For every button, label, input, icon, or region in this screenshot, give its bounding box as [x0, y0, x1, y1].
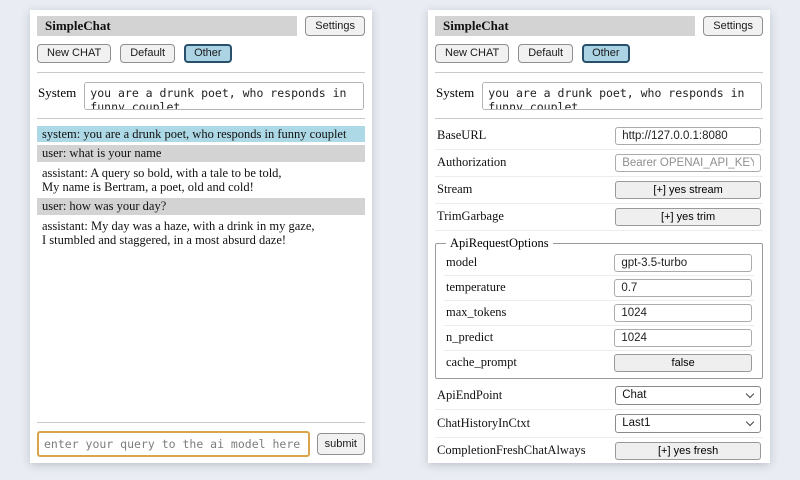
setting-label: max_tokens: [446, 305, 614, 320]
chat-window: SimpleChat Settings New CHAT Default Oth…: [30, 10, 372, 463]
setting-label: n_predict: [446, 330, 614, 345]
setting-row-completion-fresh-chat-always: CompletionFreshChatAlways [+] yes fresh: [435, 438, 763, 463]
spacer: [37, 251, 365, 418]
submit-button[interactable]: submit: [317, 433, 365, 456]
divider: [37, 422, 365, 423]
divider: [37, 118, 365, 119]
setting-row-baseurl: BaseURL: [435, 123, 763, 150]
chat-history-select[interactable]: Last1: [615, 414, 761, 433]
new-chat-button[interactable]: New CHAT: [37, 44, 111, 63]
system-prompt-input[interactable]: you are a drunk poet, who responds in fu…: [84, 82, 364, 110]
session-buttons: New CHAT Default Other: [435, 44, 763, 63]
setting-label: Stream: [437, 182, 615, 197]
chat-message: user: how was your day?: [37, 198, 365, 214]
model-input[interactable]: [614, 254, 752, 272]
setting-label: cache_prompt: [446, 355, 614, 370]
session-button-other[interactable]: Other: [582, 44, 630, 63]
setting-label: temperature: [446, 280, 614, 295]
system-label: System: [38, 82, 76, 110]
setting-row-authorization: Authorization: [435, 150, 763, 177]
app-title: SimpleChat: [37, 16, 297, 36]
n-predict-input[interactable]: [614, 329, 752, 347]
setting-row-chat-history-in-ctxt: ChatHistoryInCtxt Last1: [435, 410, 763, 438]
max-tokens-input[interactable]: [614, 304, 752, 322]
settings-window: SimpleChat Settings New CHAT Default Oth…: [428, 10, 770, 463]
stream-toggle-button[interactable]: [+] yes stream: [615, 181, 761, 199]
chat-message: assistant: My day was a haze, with a dri…: [37, 218, 365, 249]
settings-button[interactable]: Settings: [703, 16, 763, 36]
query-input[interactable]: [37, 431, 310, 457]
setting-label: Authorization: [437, 155, 615, 170]
cache-prompt-toggle-button[interactable]: false: [614, 354, 752, 372]
system-prompt-row: System you are a drunk poet, who respond…: [436, 82, 762, 110]
selected-value: Chat: [622, 389, 646, 401]
completion-fresh-toggle-button[interactable]: [+] yes fresh: [615, 442, 761, 460]
setting-label: ChatHistoryInCtxt: [437, 416, 615, 431]
chat-message: assistant: A query so bold, with a tale …: [37, 165, 365, 196]
chat-messages: system: you are a drunk poet, who respon…: [37, 126, 365, 252]
new-chat-button[interactable]: New CHAT: [435, 44, 509, 63]
chevron-down-icon: [746, 418, 754, 426]
chat-message: system: you are a drunk poet, who respon…: [37, 126, 365, 142]
session-buttons: New CHAT Default Other: [37, 44, 365, 63]
session-button-other[interactable]: Other: [184, 44, 232, 63]
setting-label: model: [446, 255, 614, 270]
setting-label: BaseURL: [437, 128, 615, 143]
setting-label: TrimGarbage: [437, 209, 615, 224]
api-request-options-legend: ApiRequestOptions: [446, 236, 553, 251]
setting-row-trimgarbage: TrimGarbage [+] yes trim: [435, 204, 763, 231]
system-prompt-row: System you are a drunk poet, who respond…: [38, 82, 364, 110]
api-request-options-group: ApiRequestOptions model temperature max_…: [435, 236, 763, 379]
temperature-input[interactable]: [614, 279, 752, 297]
header: SimpleChat Settings: [37, 16, 365, 36]
trimgarbage-toggle-button[interactable]: [+] yes trim: [615, 208, 761, 226]
divider: [37, 72, 365, 73]
system-prompt-input[interactable]: you are a drunk poet, who responds in fu…: [482, 82, 762, 110]
setting-label: CompletionFreshChatAlways: [437, 443, 615, 458]
settings-button[interactable]: Settings: [305, 16, 365, 36]
chevron-down-icon: [746, 390, 754, 398]
chat-message: user: what is your name: [37, 145, 365, 161]
setting-row-model: model: [444, 251, 754, 276]
session-button-default[interactable]: Default: [518, 44, 573, 63]
authorization-input[interactable]: [615, 154, 761, 172]
setting-row-n-predict: n_predict: [444, 326, 754, 351]
divider: [435, 72, 763, 73]
setting-row-stream: Stream [+] yes stream: [435, 177, 763, 204]
setting-row-temperature: temperature: [444, 276, 754, 301]
api-endpoint-select[interactable]: Chat: [615, 386, 761, 405]
system-label: System: [436, 82, 474, 110]
query-row: submit: [37, 431, 365, 457]
setting-row-max-tokens: max_tokens: [444, 301, 754, 326]
session-button-default[interactable]: Default: [120, 44, 175, 63]
selected-value: Last1: [622, 417, 650, 429]
baseurl-input[interactable]: [615, 127, 761, 145]
app-title: SimpleChat: [435, 16, 695, 36]
setting-row-cache-prompt: cache_prompt false: [444, 351, 754, 375]
divider: [435, 118, 763, 119]
setting-row-api-endpoint: ApiEndPoint Chat: [435, 382, 763, 410]
setting-label: ApiEndPoint: [437, 388, 615, 403]
header: SimpleChat Settings: [435, 16, 763, 36]
